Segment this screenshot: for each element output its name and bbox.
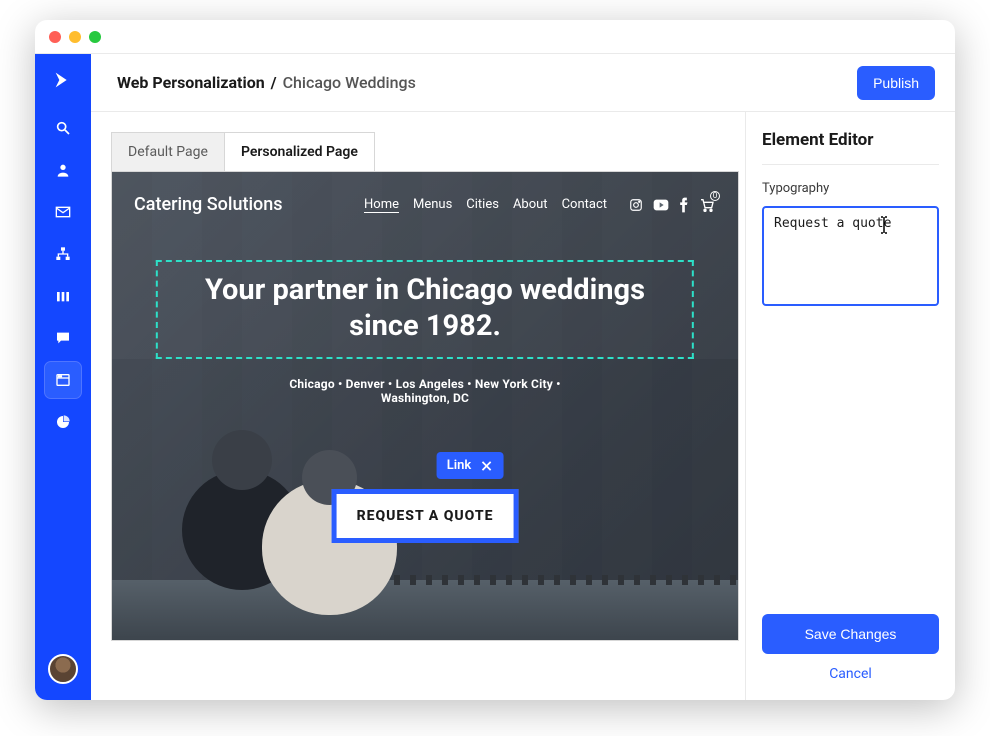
site-nav-cities[interactable]: Cities — [466, 197, 499, 212]
facebook-icon[interactable] — [679, 197, 688, 213]
link-pill-label: Link — [447, 458, 472, 473]
hero-cities: Chicago • Denver • Los Angeles • New Yor… — [156, 377, 694, 405]
nav-automations[interactable] — [45, 236, 81, 272]
youtube-icon[interactable] — [653, 199, 669, 211]
site-nav-menus[interactable]: Menus — [413, 197, 452, 212]
site-nav-home[interactable]: Home — [364, 197, 399, 212]
hero: Your partner in Chicago weddings since 1… — [156, 260, 694, 405]
breadcrumb: Web Personalization / Chicago Weddings — [117, 73, 416, 92]
window-close[interactable] — [49, 31, 61, 43]
app-logo — [49, 66, 77, 94]
editor-title: Element Editor — [762, 130, 939, 150]
main-area: Web Personalization / Chicago Weddings P… — [91, 54, 955, 700]
page-tabs: Default Page Personalized Page — [111, 132, 739, 171]
publish-button[interactable]: Publish — [857, 66, 935, 100]
app-window: Web Personalization / Chicago Weddings P… — [35, 20, 955, 700]
typography-input[interactable] — [762, 206, 939, 306]
cta-wrap: Link REQUEST A QUOTE — [332, 452, 519, 543]
site-title: Catering Solutions — [134, 194, 283, 215]
cancel-button[interactable]: Cancel — [762, 666, 939, 682]
canvas-column: Default Page Personalized Page Catering … — [91, 112, 745, 700]
nav-deals[interactable] — [45, 278, 81, 314]
site-nav-about[interactable]: About — [513, 197, 548, 212]
user-avatar[interactable] — [48, 654, 78, 684]
cart-badge: 0 — [710, 191, 720, 201]
tab-default-page[interactable]: Default Page — [111, 132, 224, 171]
breadcrumb-leaf: Chicago Weddings — [283, 73, 416, 92]
sidebar — [35, 54, 91, 700]
nav-reports[interactable] — [45, 404, 81, 440]
nav-conversations[interactable] — [45, 320, 81, 356]
selection-link-pill[interactable]: Link — [437, 452, 504, 479]
window-zoom[interactable] — [89, 31, 101, 43]
site-nav: Home Menus Cities About Contact — [364, 197, 716, 213]
topbar: Web Personalization / Chicago Weddings P… — [91, 54, 955, 112]
titlebar — [35, 20, 955, 54]
nav-campaigns[interactable] — [45, 194, 81, 230]
save-changes-button[interactable]: Save Changes — [762, 614, 939, 654]
site-nav-contact[interactable]: Contact — [562, 197, 607, 212]
typography-label: Typography — [762, 181, 939, 196]
hero-heading-selected[interactable]: Your partner in Chicago weddings since 1… — [156, 260, 694, 359]
nav-site[interactable] — [45, 362, 81, 398]
nav-search[interactable] — [45, 110, 81, 146]
cart-icon[interactable]: 0 — [698, 197, 716, 213]
tab-personalized-page[interactable]: Personalized Page — [224, 132, 375, 171]
nav-contacts[interactable] — [45, 152, 81, 188]
window-minimize[interactable] — [69, 31, 81, 43]
link-pill-close-icon[interactable] — [479, 459, 493, 473]
instagram-icon[interactable] — [629, 198, 643, 212]
site-header: Catering Solutions Home Menus Cities Abo… — [112, 194, 738, 215]
site-preview: Catering Solutions Home Menus Cities Abo… — [111, 171, 739, 641]
cta-button-selected[interactable]: REQUEST A QUOTE — [332, 489, 519, 543]
element-editor: Element Editor Typography Save Changes C… — [745, 112, 955, 700]
breadcrumb-root: Web Personalization — [117, 73, 265, 92]
